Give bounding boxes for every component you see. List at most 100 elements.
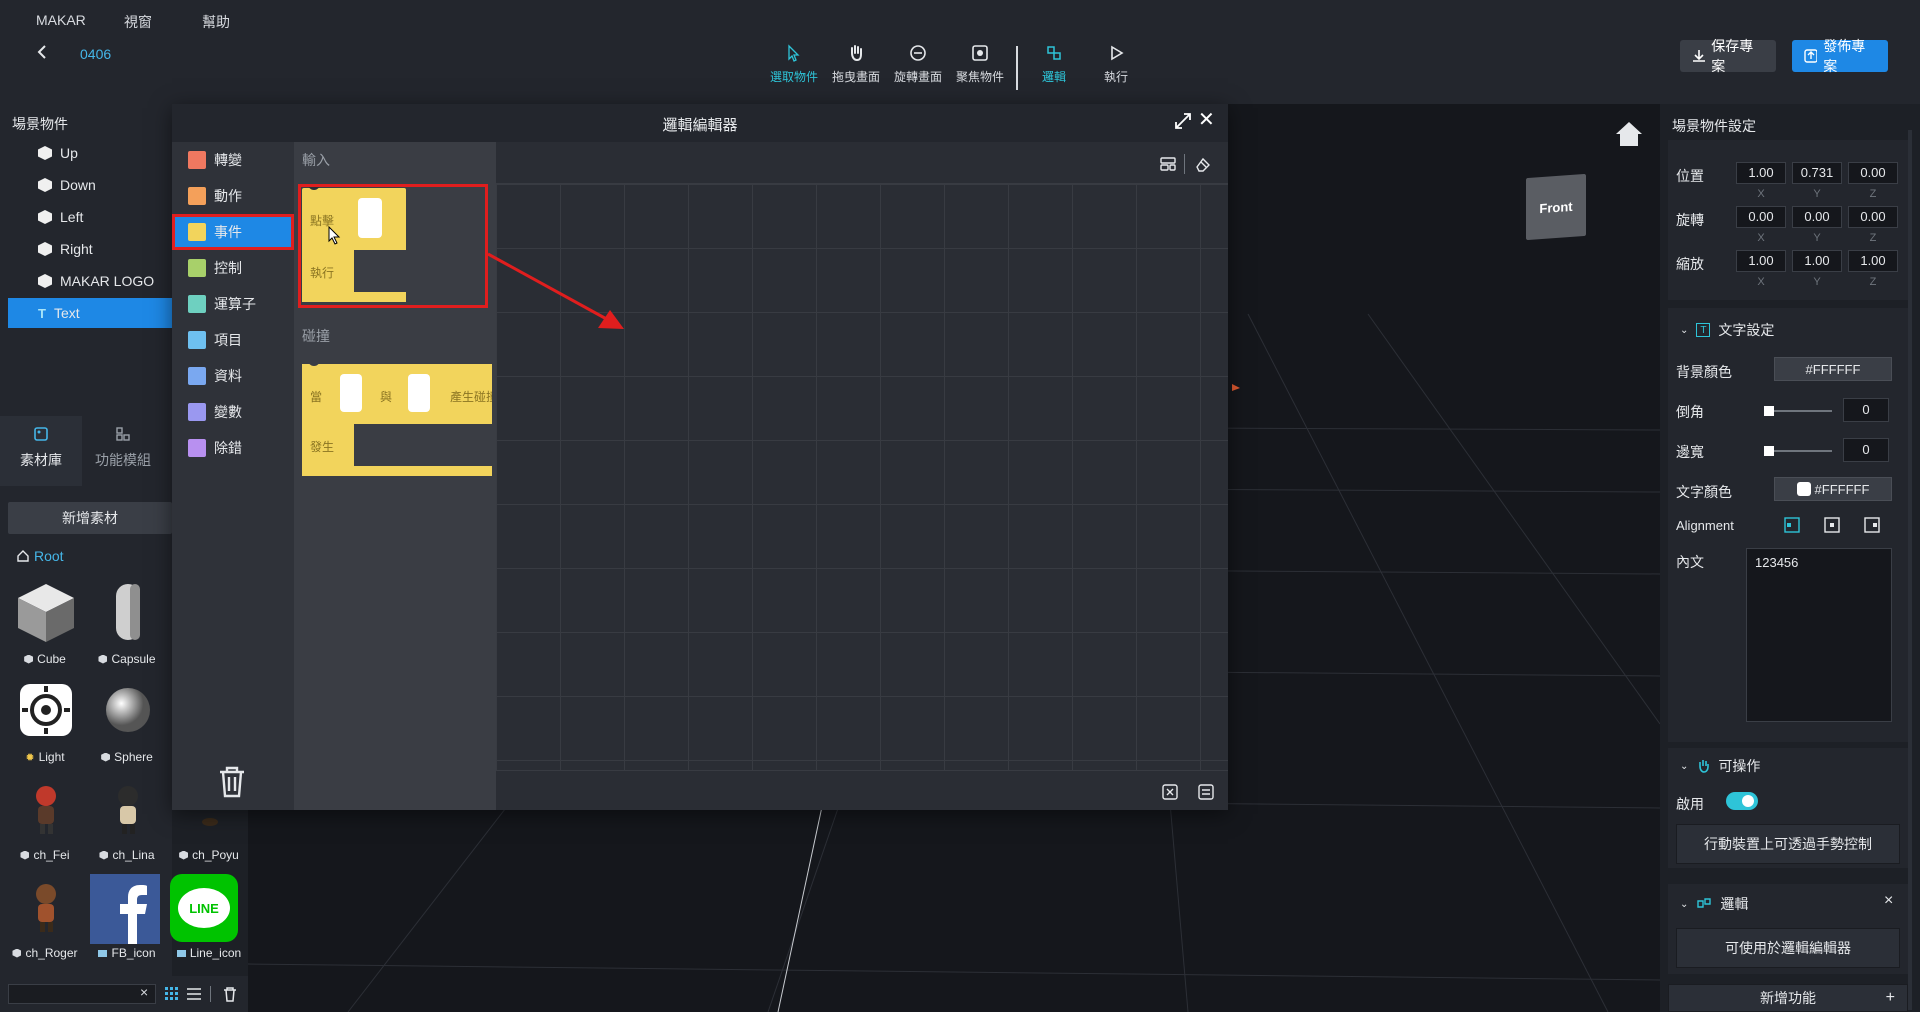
scale-y-input[interactable]: 1.00 [1792,250,1842,272]
asset-light[interactable]: ✹ Light [4,678,82,776]
sun-icon: ✹ [25,751,35,764]
align-right-icon[interactable] [1864,517,1880,533]
asset-sphere[interactable]: Sphere [86,678,164,776]
position-label: 位置 [1676,168,1704,184]
cube-icon [38,274,52,288]
layout-icon[interactable] [1160,156,1176,172]
asset-line-icon[interactable]: LINE Line_icon [168,874,248,972]
bg-color-picker[interactable]: #FFFFFF [1774,357,1892,381]
category-action[interactable]: 動作 [172,178,294,214]
asset-capsule[interactable]: Capsule [86,580,164,678]
asset-search-input[interactable] [8,984,156,1004]
scene-item-makar-logo[interactable]: MAKAR LOGO [8,266,172,296]
category-debug[interactable]: 除錯 [172,430,294,466]
close-icon[interactable]: ✕ [1198,110,1215,130]
view-cube[interactable]: Front [1526,173,1586,241]
tab-modules[interactable]: 功能模組 [82,416,164,486]
border-slider[interactable] [1768,450,1832,452]
block-input-slot[interactable] [340,374,362,412]
tool-logic[interactable]: 邏輯 [1022,44,1086,92]
facebook-logo-icon [90,874,160,944]
scene-item-text[interactable]: T Text [8,298,172,328]
code-view-icon[interactable] [1198,784,1214,800]
logic-editor-button[interactable]: 可使用於邏輯編輯器 [1676,928,1900,968]
tool-rotate[interactable]: 旋轉畫面 [886,44,950,92]
border-input[interactable]: 0 [1843,438,1889,462]
logic-header[interactable]: ⌄ 邏輯 [1680,894,1748,914]
home-icon[interactable] [1614,120,1644,148]
category-data[interactable]: 資料 [172,358,294,394]
category-variable[interactable]: 變數 [172,394,294,430]
tab-assets[interactable]: 素材庫 [0,416,82,486]
category-control[interactable]: 控制 [172,250,294,286]
image-library-icon [34,427,48,441]
expand-icon[interactable] [1174,112,1192,130]
rotation-y-input[interactable]: 0.00 [1792,206,1842,228]
tab-label: 素材庫 [20,452,62,468]
scale-z-input[interactable]: 1.00 [1848,250,1898,272]
scale-x-input[interactable]: 1.00 [1736,250,1786,272]
menu-help[interactable]: 幫助 [202,12,230,32]
trash-icon[interactable] [216,764,248,798]
cube-icon [38,242,52,256]
block-input-slot[interactable] [408,374,430,412]
asset-ch-fei[interactable]: ch_Fei [4,776,82,874]
tool-pan[interactable]: 拖曳畫面 [824,44,888,92]
rotation-z-input[interactable]: 0.00 [1848,206,1898,228]
category-operator[interactable]: 運算子 [172,286,294,322]
category-transform[interactable]: 轉變 [172,142,294,178]
asset-ch-lina[interactable]: ch_Lina [86,776,164,874]
save-project-button[interactable]: 保存專案 [1680,38,1776,74]
scrollbar-track[interactable] [1908,130,1912,1010]
tool-focus[interactable]: 聚焦物件 [948,44,1012,92]
menu-makar[interactable]: MAKAR [36,12,86,28]
logic-workspace[interactable] [496,142,1228,770]
position-z-input[interactable]: 0.00 [1848,162,1898,184]
remove-logic-icon[interactable]: × [1884,892,1893,910]
asset-ch-roger[interactable]: ch_Roger [4,874,82,972]
interact-header[interactable]: ⌄ 可操作 [1680,756,1760,776]
eraser-icon[interactable] [1194,156,1210,172]
scene-item-right[interactable]: Right [8,234,172,264]
menu-window[interactable]: 視窗 [124,12,152,32]
add-asset-button[interactable]: 新增素材 [8,502,172,534]
breadcrumb-root[interactable]: Root [16,548,64,564]
position-x-input[interactable]: 1.00 [1736,162,1786,184]
category-label: 運算子 [214,296,256,312]
section-title: 可操作 [1718,758,1761,774]
clear-search-icon[interactable]: × [140,984,148,1000]
collision-event-block[interactable]: 當 與 產生碰撞 發生 [302,360,492,476]
rotation-x-input[interactable]: 0.00 [1736,206,1786,228]
corner-slider-thumb[interactable] [1764,406,1774,416]
text-color-picker[interactable]: #FFFFFF [1774,477,1892,501]
publish-project-button[interactable]: 發佈專案 [1792,38,1888,74]
list-view-icon[interactable] [186,986,202,1002]
asset-fb-icon[interactable]: FB_icon [86,874,164,972]
section-title: 邏輯 [1720,896,1749,912]
content-textarea[interactable] [1746,548,1892,722]
add-feature-button[interactable]: 新增功能 + [1668,984,1908,1012]
tool-play[interactable]: 執行 [1084,44,1148,92]
scene-item-down[interactable]: Down [8,170,172,200]
back-arrow-icon[interactable] [32,42,52,62]
scene-item-left[interactable]: Left [8,202,172,232]
asset-cube[interactable]: Cube [4,580,82,678]
gesture-control-button[interactable]: 行動裝置上可透過手勢控制 [1676,824,1900,864]
axis-label: Z [1869,232,1877,244]
border-slider-thumb[interactable] [1764,446,1774,456]
corner-input[interactable]: 0 [1843,398,1889,422]
corner-slider[interactable] [1768,410,1832,412]
align-left-icon[interactable] [1784,517,1800,533]
grid-view-icon[interactable] [164,986,180,1002]
tool-select[interactable]: 選取物件 [762,44,826,92]
category-item[interactable]: 項目 [172,322,294,358]
clear-workspace-icon[interactable] [1162,784,1178,800]
align-center-icon[interactable] [1824,517,1840,533]
position-y-input[interactable]: 0.731 [1792,162,1842,184]
project-name: 0406 [80,46,112,62]
delete-icon[interactable] [222,986,238,1002]
enable-toggle[interactable] [1726,792,1758,810]
scene-item-up[interactable]: Up [8,138,172,168]
category-event[interactable]: 事件 [172,214,294,250]
text-settings-header[interactable]: ⌄ T 文字設定 [1680,320,1774,340]
